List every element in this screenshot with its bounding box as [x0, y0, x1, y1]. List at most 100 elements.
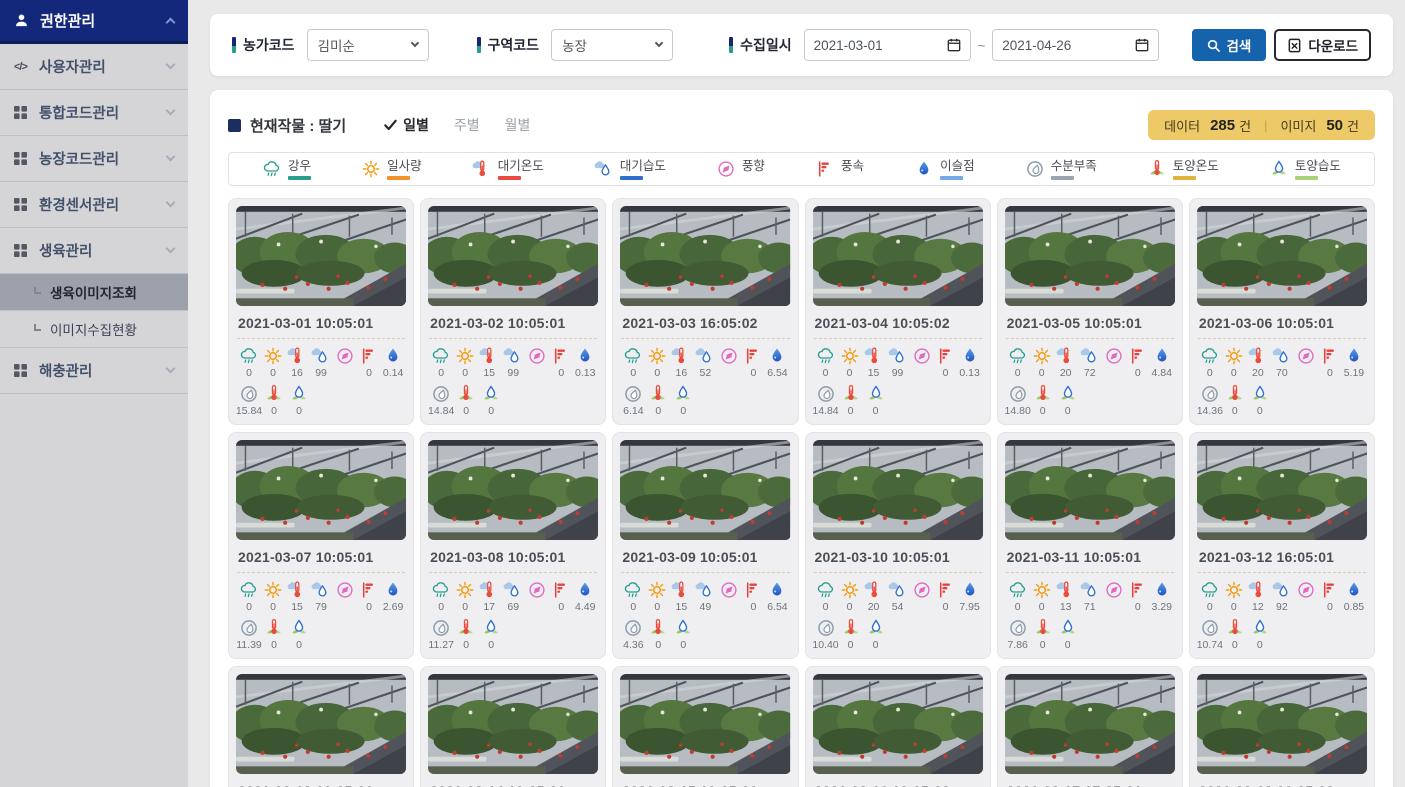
wind-speed-icon	[743, 346, 763, 366]
rain-icon	[816, 580, 836, 600]
sensor-soil-moisture: 0	[864, 384, 888, 417]
growth-image-card[interactable]: 2021-03-10 10:05:01 0 0 20	[805, 432, 991, 659]
sensor-value: 14.80	[1005, 405, 1031, 417]
sidebar-item-growth-mgmt[interactable]: 생육관리	[0, 228, 188, 274]
date-from-input[interactable]: 2021-03-01	[804, 29, 971, 61]
sensor-value: 13	[1060, 601, 1072, 613]
sensor-rain: 0	[429, 346, 453, 379]
growth-image-card[interactable]: 2021-03-08 10:05:01 0 0 17	[420, 432, 606, 659]
sidebar-item-pest-mgmt[interactable]: 해충관리	[0, 348, 188, 394]
sensor-value: 0	[1135, 601, 1141, 613]
growth-image-card[interactable]: 2021-03-15 10:05:01	[612, 666, 798, 787]
tab-daily[interactable]: 일별	[384, 115, 429, 135]
sidebar-item-user-mgmt[interactable]: </> 사용자관리	[0, 44, 188, 90]
sensor-soil-temp: 0	[1031, 384, 1055, 417]
sensor-air-temp: 20	[862, 580, 886, 613]
search-button[interactable]: 검색	[1192, 29, 1266, 61]
result-count-badge: 데이터 285 건 | 이미지 50 건	[1148, 110, 1375, 140]
tab-monthly[interactable]: 월별	[505, 115, 531, 135]
farm-code-select[interactable]: 김미순	[307, 29, 429, 61]
card-timestamp: 2021-03-06 10:05:01	[1199, 315, 1365, 331]
sensor-wind-speed: 0	[357, 580, 381, 613]
chevron-down-icon	[655, 39, 663, 47]
zone-code-select[interactable]: 농장	[551, 29, 673, 61]
calendar-icon	[947, 38, 961, 52]
growth-image-card[interactable]: 2021-03-03 16:05:02 0 0 16	[612, 198, 798, 425]
rain-icon	[239, 580, 259, 600]
air-humidity-icon	[888, 346, 908, 366]
sensor-air-temp: 17	[477, 580, 501, 613]
dew-point-icon	[383, 580, 403, 600]
sensor-air-humidity: 69	[501, 580, 525, 613]
moisture-deficit-icon	[1008, 618, 1028, 638]
growth-image-card[interactable]: 2021-03-01 10:05:01 0 0 16	[228, 198, 414, 425]
sidebar-item-integrated-code-mgmt[interactable]: 통합코드관리	[0, 90, 188, 136]
sensor-value: 0	[750, 601, 756, 613]
branch-icon	[34, 324, 41, 331]
sidebar-subitem-growth-image-view[interactable]: 생육이미지조회	[0, 274, 188, 311]
sensor-value: 0	[750, 367, 756, 379]
greenhouse-photo	[428, 440, 598, 540]
sidebar-item-permission-mgmt[interactable]: 권한관리	[0, 0, 188, 44]
air-temp-icon	[1056, 346, 1076, 366]
growth-image-card[interactable]: 2021-03-13 10:05:01	[228, 666, 414, 787]
sensor-value: 20	[868, 601, 880, 613]
solar-icon	[1032, 580, 1052, 600]
growth-image-card[interactable]: 2021-03-14 10:05:01	[420, 666, 606, 787]
sensor-soil-temp: 0	[1223, 384, 1247, 417]
sensor-value: 3.29	[1152, 601, 1172, 613]
sensor-value: 5.19	[1344, 367, 1364, 379]
sidebar-item-env-sensor-mgmt[interactable]: 환경센서관리	[0, 182, 188, 228]
wind-speed-icon	[359, 346, 379, 366]
growth-image-card[interactable]: 2021-03-17 17:35:01	[997, 666, 1183, 787]
rain-icon	[623, 580, 643, 600]
sensor-value: 6.14	[623, 405, 643, 417]
sensor-air-humidity: 52	[693, 346, 717, 379]
card-divider	[237, 338, 405, 339]
download-button[interactable]: 다운로드	[1274, 29, 1371, 61]
growth-image-card[interactable]: 2021-03-05 10:05:01 0 0 20	[997, 198, 1183, 425]
soil-temp-icon	[264, 618, 284, 638]
growth-image-card[interactable]: 2021-03-18 16:05:02	[1189, 666, 1375, 787]
growth-image-card[interactable]: 2021-03-04 10:05:02 0 0 15	[805, 198, 991, 425]
sensor-row-2: 7.86 0 0	[1005, 618, 1175, 651]
sensor-value: 15	[676, 601, 688, 613]
legend-underline	[387, 176, 410, 180]
collection-date-label: 수집일시	[729, 35, 792, 55]
soil-temp-icon	[1225, 384, 1245, 404]
soil-temp-icon	[1033, 618, 1053, 638]
sensor-value: 79	[315, 601, 327, 613]
sensor-value: 2.69	[383, 601, 403, 613]
growth-image-card[interactable]: 2021-03-07 10:05:01 0 0 15	[228, 432, 414, 659]
growth-image-card[interactable]: 2021-03-06 10:05:01 0 0 20	[1189, 198, 1375, 425]
air-humidity-icon	[695, 580, 715, 600]
sensor-value: 0	[558, 601, 564, 613]
sensor-air-humidity: 72	[1078, 346, 1102, 379]
grid-icon	[14, 152, 27, 165]
soil-temp-icon	[1147, 159, 1167, 179]
sensor-value: 0	[246, 367, 252, 379]
legend-dew-point: 이슬점	[914, 159, 975, 180]
growth-image-card[interactable]: 2021-03-12 16:05:01 0 0 12	[1189, 432, 1375, 659]
sensor-moisture-deficit: 11.27	[429, 618, 453, 651]
card-divider	[429, 338, 597, 339]
growth-image-card[interactable]: 2021-03-11 10:05:01 0 0 13	[997, 432, 1183, 659]
sensor-value: 0	[848, 639, 854, 651]
sensor-dew-point: 0.14	[381, 346, 405, 379]
growth-image-card[interactable]: 2021-03-16 10:05:02	[805, 666, 991, 787]
image-count-value: 50	[1326, 117, 1343, 134]
sidebar-subitem-image-collection-status[interactable]: 이미지수집현황	[0, 311, 188, 348]
growth-image-card[interactable]: 2021-03-09 10:05:01 0 0 15	[612, 432, 798, 659]
date-to-input[interactable]: 2021-04-26	[992, 29, 1159, 61]
sensor-soil-moisture: 0	[479, 618, 503, 651]
sensor-solar: 0	[645, 580, 669, 613]
sidebar-item-farm-code-mgmt[interactable]: 농장코드관리	[0, 136, 188, 182]
sensor-value: 12	[1252, 601, 1264, 613]
growth-image-card[interactable]: 2021-03-02 10:05:01 0 0 15	[420, 198, 606, 425]
tab-weekly[interactable]: 주별	[454, 115, 480, 135]
label-bar	[232, 37, 236, 53]
legend-underline	[1051, 176, 1074, 180]
moisture-deficit-icon	[431, 384, 451, 404]
sensor-value: 20	[1060, 367, 1072, 379]
air-temp-icon	[1248, 580, 1268, 600]
